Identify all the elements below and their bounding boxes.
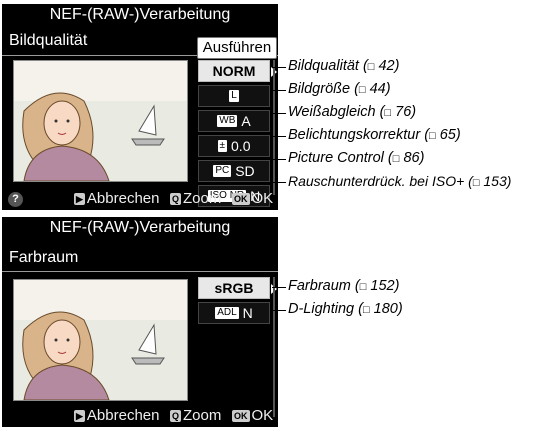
d-lighting-icon: ADL — [215, 307, 239, 319]
option-color-space[interactable]: sRGB — [198, 277, 277, 299]
callout-picture-control: Picture Control (□ 86) — [288, 150, 425, 166]
white-balance-icon: WB — [217, 115, 238, 127]
leader-line — [272, 159, 286, 160]
book-icon: □ — [392, 153, 400, 165]
cancel-label: Abbrechen — [86, 190, 160, 207]
book-icon: □ — [429, 130, 436, 142]
zoom-button[interactable]: Q Zoom — [170, 190, 221, 207]
option-value: sRGB — [214, 280, 254, 296]
options-list: sRGB ADL N — [198, 277, 277, 327]
zoom-label: Zoom — [183, 190, 222, 207]
callout-text: Bildqualität — [288, 58, 359, 74]
callout-text: Bildgröße — [288, 81, 351, 97]
callout-image-size: Bildgröße (□ 44) — [288, 81, 391, 97]
playback-button-icon: ▶ — [74, 192, 85, 205]
help-icon[interactable]: ? — [8, 192, 23, 207]
callout-text: Picture Control — [288, 150, 384, 166]
ok-button-icon: OK — [232, 409, 250, 422]
callout-high-iso-nr: Rauschunterdrück. bei ISO+ (□ 153) — [288, 173, 512, 189]
page-ref: 65 — [439, 127, 456, 143]
zoom-button-icon: Q — [170, 409, 182, 422]
page-ref: 86 — [403, 150, 420, 166]
current-menu-label: Farbraum — [9, 249, 79, 266]
zoom-label: Zoom — [183, 407, 222, 424]
leader-line — [272, 113, 286, 114]
cancel-button[interactable]: ▶ Abbrechen — [74, 407, 159, 424]
image-size-icon: L — [229, 90, 239, 102]
option-value: 0.0 — [231, 138, 251, 154]
callout-text: Belichtungskorrektur — [288, 127, 421, 143]
leader-line — [272, 136, 286, 137]
leader-line — [272, 310, 286, 311]
scrollbar[interactable] — [273, 60, 275, 195]
option-d-lighting[interactable]: ADL N — [198, 302, 270, 324]
page-ref: 76 — [395, 104, 412, 120]
option-image-size[interactable]: L — [198, 85, 270, 107]
book-icon: □ — [359, 281, 367, 293]
camera-screen-raw-processing: NEF-(RAW-)Verarbeitung Bildqualität Ausf… — [2, 4, 278, 210]
cancel-label: Abbrechen — [86, 407, 160, 424]
callout-text: Rauschunterdrück. bei ISO+ — [288, 173, 465, 189]
ok-label: OK — [251, 190, 274, 207]
book-icon: □ — [472, 177, 480, 189]
page-ref: 42 — [378, 58, 395, 74]
current-menu-label: Bildqualität — [9, 32, 88, 49]
ok-button[interactable]: OK OK — [232, 190, 273, 207]
callout-color-space: Farbraum (□ 152) — [288, 278, 400, 294]
callout-text: Farbraum — [288, 278, 351, 294]
callout-exposure-comp: Belichtungskorrektur (□ 65) — [288, 127, 461, 143]
page-ref: 180 — [373, 301, 398, 317]
ok-label: OK — [251, 407, 274, 424]
leader-line — [272, 67, 286, 68]
image-preview — [13, 60, 188, 182]
portrait-illustration — [14, 61, 187, 181]
exposure-comp-icon: ± — [217, 140, 228, 152]
camera-screen-raw-processing-page2: NEF-(RAW-)Verarbeitung Farbraum sRGB ADL… — [2, 217, 278, 427]
option-value: A — [241, 113, 251, 129]
callout-text: D-Lighting — [288, 301, 355, 317]
page-ref: 153 — [483, 173, 507, 189]
scrollbar[interactable] — [273, 277, 275, 417]
book-icon: □ — [367, 61, 375, 73]
option-exposure-comp[interactable]: ± 0.0 — [198, 135, 270, 157]
callout-image-quality: Bildqualität (□ 42) — [288, 58, 400, 74]
screen-title: NEF-(RAW-)Verarbeitung — [49, 219, 231, 236]
zoom-button-icon: Q — [170, 192, 182, 205]
leader-line — [272, 287, 286, 288]
options-list: NORM L WB A ± 0.0 PC SD ISO NR N — [198, 60, 277, 210]
portrait-illustration — [14, 280, 187, 400]
option-image-quality[interactable]: NORM — [198, 60, 277, 82]
option-white-balance[interactable]: WB A — [198, 110, 270, 132]
option-value: SD — [235, 163, 255, 179]
callout-d-lighting: D-Lighting (□ 180) — [288, 301, 403, 317]
book-icon: □ — [384, 107, 392, 119]
leader-line — [272, 182, 286, 183]
page-ref: 152 — [370, 278, 395, 294]
book-icon: □ — [358, 84, 366, 96]
option-value: NORM — [212, 63, 256, 79]
screen-title: NEF-(RAW-)Verarbeitung — [49, 6, 231, 23]
callout-white-balance: Weißabgleich (□ 76) — [288, 104, 417, 120]
option-picture-control[interactable]: PC SD — [198, 160, 270, 182]
leader-line — [272, 90, 286, 91]
playback-button-icon: ▶ — [74, 409, 85, 422]
ok-button[interactable]: OK OK — [232, 407, 273, 424]
page-ref: 44 — [369, 81, 386, 97]
zoom-button[interactable]: Q Zoom — [170, 407, 221, 424]
option-value: N — [242, 305, 253, 321]
picture-control-icon: PC — [213, 165, 232, 177]
title-separator — [2, 271, 278, 272]
image-preview — [13, 279, 188, 401]
cancel-button[interactable]: ▶ Abbrechen — [74, 190, 159, 207]
ok-button-icon: OK — [232, 192, 250, 205]
execute-button[interactable]: Ausführen — [197, 37, 277, 59]
callout-text: Weißabgleich — [288, 104, 376, 120]
book-icon: □ — [362, 304, 370, 316]
